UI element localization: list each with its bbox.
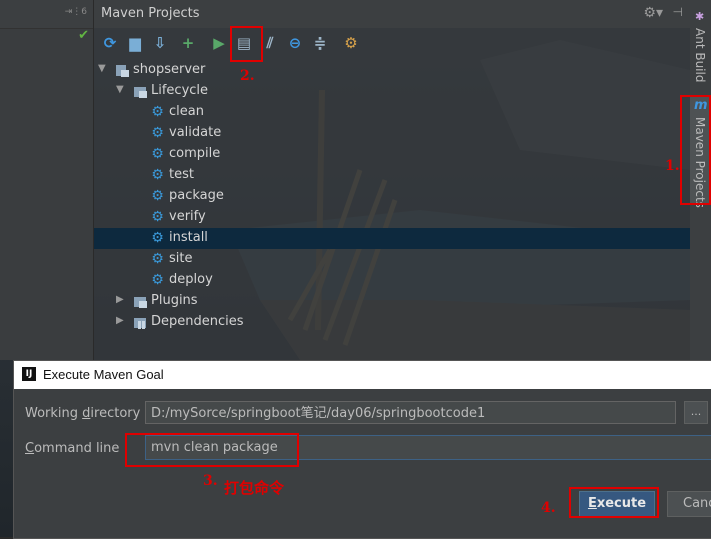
panel-header: Maven Projects ⚙▾ ⊣ — [94, 0, 691, 28]
toggle-offline-icon[interactable]: ⫽ — [260, 33, 280, 53]
tree-item-goal-test[interactable]: ⚙ test — [94, 165, 691, 186]
gear-icon: ⚙ — [151, 125, 164, 141]
left-panel-header-text: ⇥⋮6 — [64, 7, 87, 17]
left-panel: ⇥⋮6 ✔ — [0, 0, 93, 360]
settings-icon[interactable]: ⚙ — [341, 33, 361, 53]
annotation-step-3-text: 打包命令 — [224, 479, 285, 497]
tree-item-plugins[interactable]: ▶ Plugins — [94, 291, 691, 312]
gear-icon: ⚙ — [151, 188, 164, 204]
gear-icon: ⚙ — [151, 251, 164, 267]
gear-icon: ⚙ — [151, 146, 164, 162]
annotation-box-2 — [230, 26, 263, 62]
tree-item-goal-install[interactable]: ⚙ install — [94, 228, 691, 249]
tree-item-goal-deploy[interactable]: ⚙ deploy — [94, 270, 691, 291]
annotation-step-3: 3. — [203, 473, 218, 489]
tree-item-lifecycle[interactable]: ▼ Lifecycle — [94, 81, 691, 102]
tree-item-label: test — [169, 167, 194, 182]
tree-item-label: Dependencies — [151, 314, 244, 329]
tree-item-goal-verify[interactable]: ⚙ verify — [94, 207, 691, 228]
collapse-arrow-icon[interactable]: ▶ — [116, 315, 124, 326]
folder-icon — [134, 297, 147, 308]
command-line-label: Command line — [25, 441, 120, 456]
tree-item-label: validate — [169, 125, 222, 140]
maven-project-icon — [116, 65, 129, 77]
run-icon[interactable]: ▶ — [209, 33, 229, 53]
hide-panel-icon[interactable]: ⊣ — [673, 5, 683, 19]
tree-item-label: deploy — [169, 272, 213, 287]
gear-icon[interactable]: ⚙▾ — [643, 5, 663, 21]
gear-icon: ⚙ — [151, 230, 164, 246]
tree-item-label: verify — [169, 209, 206, 224]
add-folder-icon[interactable]: ▆ — [125, 33, 145, 53]
gear-icon: ⚙ — [151, 167, 164, 183]
gear-icon: ⚙ — [151, 104, 164, 120]
tree-item-goal-package[interactable]: ⚙ package — [94, 186, 691, 207]
gear-icon: ⚙ — [151, 272, 164, 288]
annotation-box-3 — [125, 433, 299, 467]
gear-icon: ⚙ — [151, 209, 164, 225]
skip-tests-icon[interactable]: ⊖ — [285, 33, 305, 53]
tree-item-label: compile — [169, 146, 221, 161]
tree-item-label: Lifecycle — [151, 83, 209, 98]
tree-item-label: install — [169, 230, 208, 245]
refresh-icon[interactable]: ⟳ — [100, 33, 120, 53]
cancel-button[interactable]: Cancel — [667, 491, 711, 517]
dialog-title: Execute Maven Goal — [43, 367, 164, 382]
download-icon[interactable]: ⇩ — [150, 33, 170, 53]
tree-item-label: shopserver — [133, 62, 206, 77]
tree-item-goal-clean[interactable]: ⚙ clean — [94, 102, 691, 123]
collapse-arrow-icon[interactable]: ▶ — [116, 294, 124, 305]
tree-item-label: clean — [169, 104, 204, 119]
folder-icon — [134, 87, 147, 98]
browse-button[interactable]: ... — [684, 401, 708, 424]
tab-ant-build[interactable]: ✱ Ant Build — [690, 0, 711, 85]
annotation-box-4 — [569, 487, 659, 518]
intellij-icon: IJ — [22, 367, 36, 381]
annotation-step-2: 2. — [240, 68, 255, 84]
folder-icon — [134, 318, 146, 329]
tree-item-label: package — [169, 188, 224, 203]
collapse-icon[interactable]: ≑ — [310, 33, 330, 53]
annotation-step-4: 4. — [541, 500, 556, 516]
tree-item-dependencies[interactable]: ▶ Dependencies — [94, 312, 691, 333]
annotation-box-1 — [680, 95, 711, 205]
ant-icon: ✱ — [695, 10, 705, 23]
working-directory-label: Working directory — [25, 406, 141, 421]
tree-item-project[interactable]: ▼ shopserver — [94, 60, 691, 81]
tree-item-goal-site[interactable]: ⚙ site — [94, 249, 691, 270]
tree-item-label: Plugins — [151, 293, 198, 308]
tree-item-label: site — [169, 251, 193, 266]
expand-arrow-icon[interactable]: ▼ — [116, 84, 124, 95]
tab-label: Ant Build — [693, 28, 707, 83]
panel-title: Maven Projects — [101, 6, 200, 21]
expand-arrow-icon[interactable]: ▼ — [98, 63, 106, 74]
dialog-title-bar: IJ Execute Maven Goal — [14, 361, 711, 389]
annotation-step-1: 1. — [665, 158, 680, 174]
plus-icon[interactable]: + — [178, 33, 198, 53]
tree-item-goal-validate[interactable]: ⚙ validate — [94, 123, 691, 144]
maven-projects-panel: Maven Projects ⚙▾ ⊣ ⟳ ▆ ⇩ + ▶ ▤ ⫽ ⊖ ≑ ⚙ ▼ shopser… — [93, 0, 691, 360]
check-icon: ✔ — [78, 28, 89, 43]
maven-toolbar: ⟳ ▆ ⇩ + ▶ ▤ ⫽ ⊖ ≑ ⚙ — [94, 29, 691, 57]
left-panel-header: ⇥⋮6 — [0, 0, 93, 29]
tree-item-goal-compile[interactable]: ⚙ compile — [94, 144, 691, 165]
working-directory-field[interactable]: D:/mySorce/springboot笔记/day06/springboot… — [145, 401, 676, 424]
